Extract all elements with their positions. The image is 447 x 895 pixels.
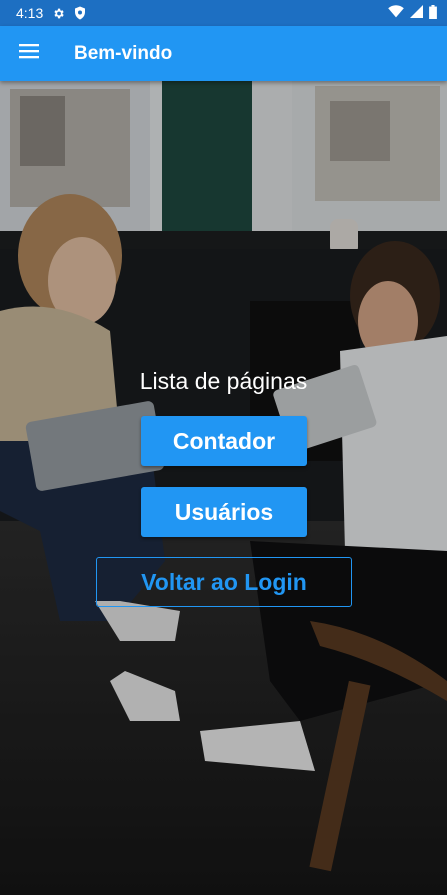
status-right-icons (388, 0, 437, 26)
status-bar: 4:13 (0, 0, 447, 26)
app-bar: Bem-vindo (0, 26, 447, 81)
app-bar-title: Bem-vindo (74, 42, 173, 64)
menu-icon (19, 43, 39, 64)
main-content: Lista de páginas Contador Usuários Volta… (0, 81, 447, 895)
menu-button[interactable] (1, 26, 57, 81)
usuarios-button[interactable]: Usuários (141, 487, 307, 537)
app-screen: 4:13 Bem-vindo Lista de páginas Contador… (0, 0, 447, 895)
battery-icon (429, 4, 437, 22)
status-time: 4:13 (16, 5, 44, 21)
signal-icon (410, 5, 423, 21)
settings-icon (52, 7, 65, 20)
voltar-login-button[interactable]: Voltar ao Login (96, 557, 352, 607)
contador-button[interactable]: Contador (141, 416, 307, 466)
page-title: Lista de páginas (139, 368, 308, 394)
wifi-icon (388, 5, 404, 21)
shield-icon (74, 6, 86, 20)
